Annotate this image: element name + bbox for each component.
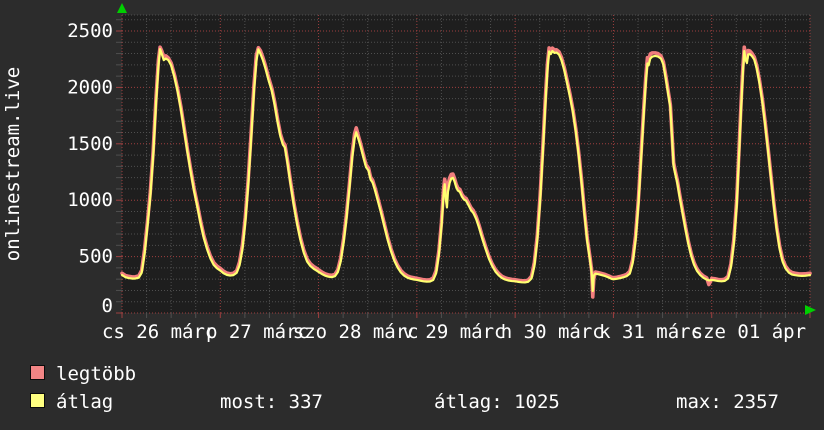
legend-label-atlag: átlag [56,391,114,413]
x-day-label: v 29 márc [403,321,506,343]
y-tick-label: 1500 [67,133,113,155]
y-tick-label: 0 [102,295,113,317]
y-tick-label: 500 [79,246,113,268]
stat-max: max: 2357 [676,391,779,413]
legend-swatch-atlag [30,393,45,408]
stat-most: most: 337 [220,391,323,413]
y-tick-label: 2500 [67,20,113,42]
legend-swatch-legtobb [30,365,45,380]
x-day-label: k 31 márc [599,321,702,343]
stat-atlag: átlag: 1025 [434,391,560,413]
x-day-label: h 30 márc [501,321,604,343]
y-tick-label: 2000 [67,76,113,98]
x-day-label: cs 26 márc [102,321,216,343]
y-axis-arrow-icon [117,3,127,13]
x-day-label: szo 28 márc [293,321,419,343]
plot-area [122,15,810,313]
graph-window: onlinestream.live 0 500 1000 1500 2000 2500 cs… [0,0,824,430]
legend-label-legtobb: legtöbb [56,363,137,385]
y-tick-label: 1000 [67,189,113,211]
x-day-label: sze 01 ápr [692,321,806,343]
